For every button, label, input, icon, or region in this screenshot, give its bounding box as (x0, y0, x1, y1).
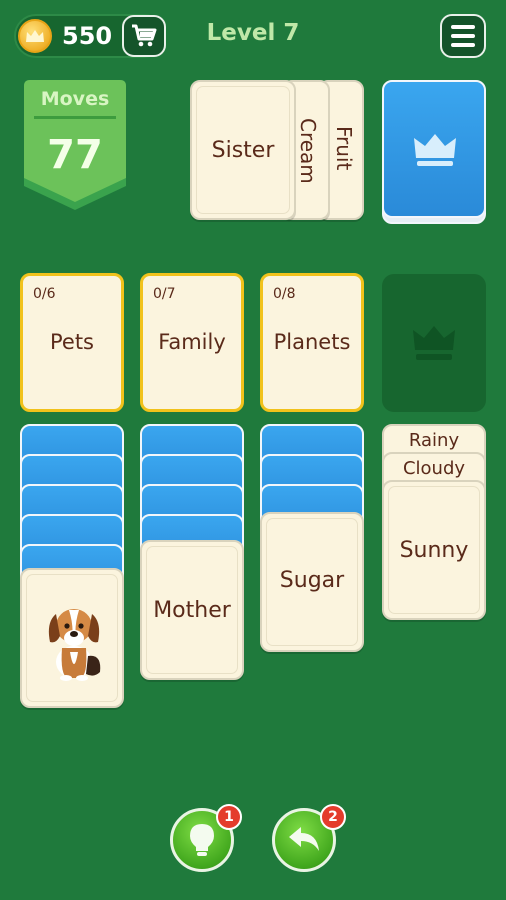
undo-icon (289, 827, 319, 851)
dog-icon (48, 609, 101, 681)
menu-icon (451, 25, 475, 29)
empty-foundation-slot[interactable] (382, 274, 486, 412)
card-word: Rainy (408, 430, 460, 451)
card-word: Sunny (399, 538, 469, 563)
foundation-count: 0/6 (33, 286, 56, 302)
undo-count-badge: 2 (320, 804, 346, 830)
foundation-family[interactable]: 0/7 Family (140, 273, 244, 412)
moves-counter: Moves 77 (22, 78, 128, 212)
crown-icon (414, 134, 456, 166)
waste-card-top[interactable]: Sister (190, 80, 296, 220)
foundation-pets[interactable]: 0/6 Pets (20, 273, 124, 412)
card-word: Cream (296, 118, 320, 184)
tableau-card-dog[interactable] (20, 568, 124, 708)
card-word: Mother (153, 598, 231, 623)
foundation-category: Family (158, 330, 226, 354)
menu-button[interactable] (440, 14, 486, 58)
tableau-card-sugar[interactable]: Sugar (260, 512, 364, 652)
crown-icon (413, 326, 455, 360)
foundation-category: Pets (49, 330, 94, 354)
foundation-planets[interactable]: 0/8 Planets (260, 273, 364, 412)
card-word: Cloudy (402, 458, 466, 479)
tableau-card-sunny[interactable]: Sunny (382, 480, 486, 620)
draw-pile[interactable] (382, 80, 486, 218)
foundation-category: Planets (273, 330, 351, 354)
moves-label: Moves (40, 88, 110, 110)
moves-value: 77 (47, 132, 103, 178)
card-word: Sister (211, 138, 275, 163)
lightbulb-icon (190, 824, 214, 856)
tableau-card-mother[interactable]: Mother (140, 540, 244, 680)
card-word: Fruit (332, 126, 356, 171)
foundation-count: 0/7 (153, 286, 176, 302)
card-word: Sugar (279, 568, 345, 593)
hint-count-badge: 1 (216, 804, 242, 830)
level-title: Level 7 (206, 20, 300, 46)
foundation-count: 0/8 (273, 286, 296, 302)
